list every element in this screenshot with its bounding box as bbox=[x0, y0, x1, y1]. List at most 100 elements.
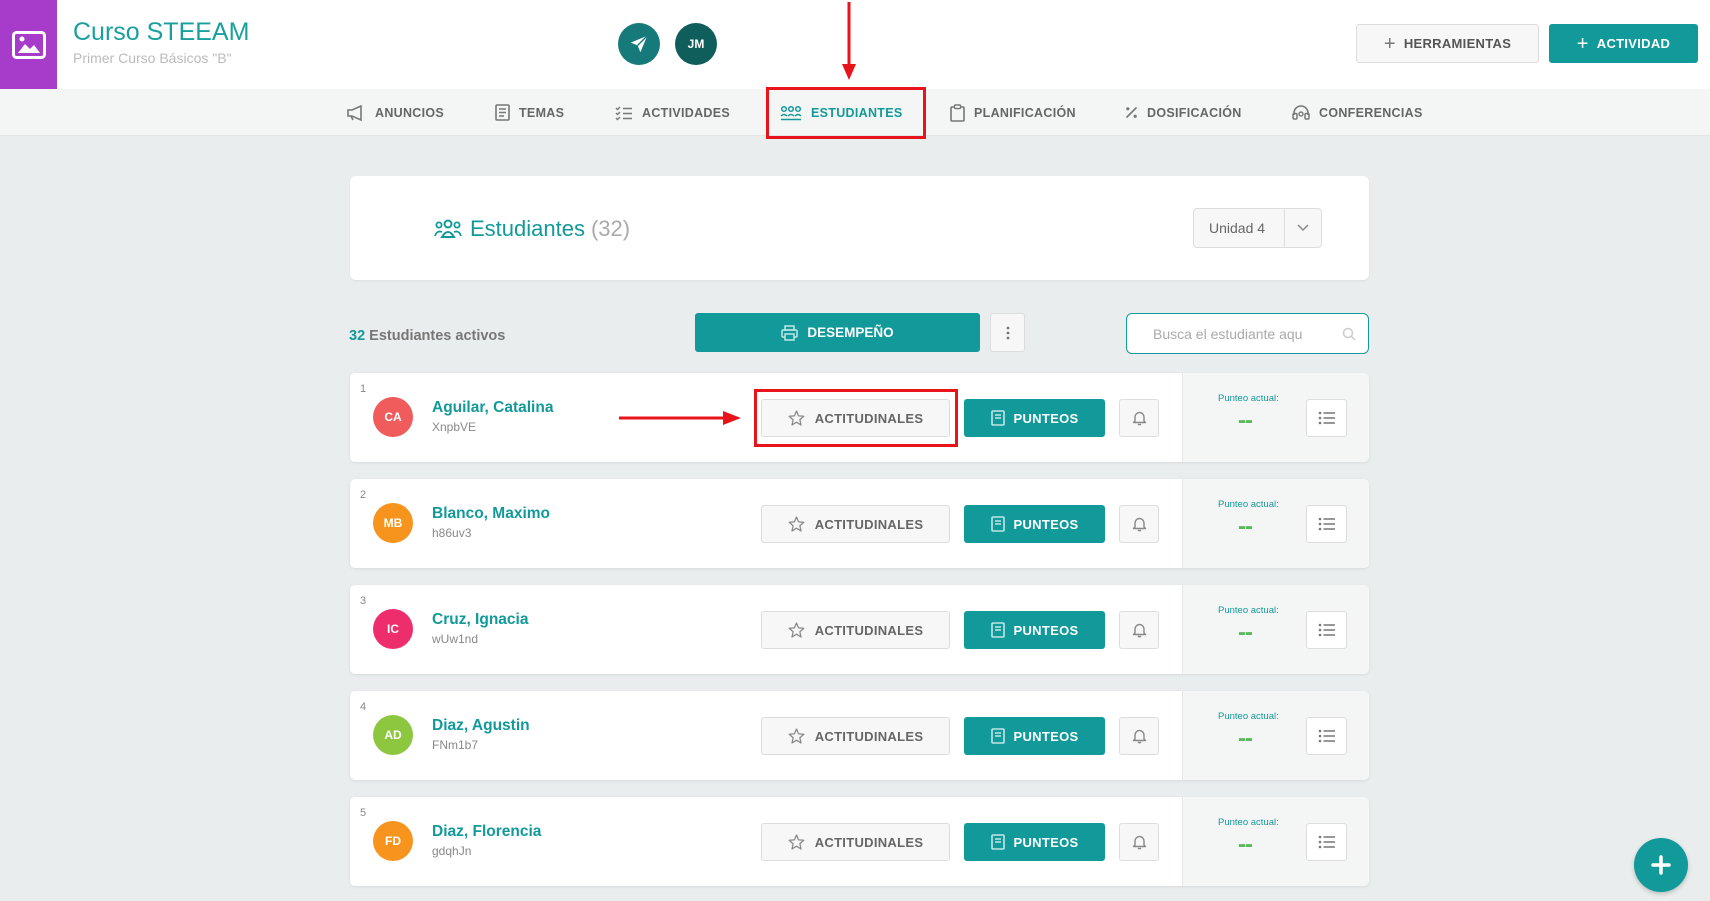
course-subtitle: Primer Curso Básicos "B" bbox=[73, 50, 232, 66]
avatar-initials: JM bbox=[687, 37, 705, 51]
avatar-initials: FD bbox=[385, 834, 401, 848]
avatar-initials: IC bbox=[387, 622, 399, 636]
details-list-button[interactable] bbox=[1306, 505, 1347, 543]
printer-icon bbox=[781, 324, 799, 341]
active-students-count: 32 Estudiantes activos bbox=[349, 328, 505, 344]
list-icon bbox=[1318, 729, 1335, 743]
details-list-button[interactable] bbox=[1306, 823, 1347, 861]
tab-label: ANUNCIOS bbox=[375, 105, 445, 120]
student-name[interactable]: Diaz, Florencia bbox=[432, 823, 541, 841]
student-row: 5 FD Diaz, Florencia gdqhJn ACTITUDINALE… bbox=[350, 797, 1369, 886]
user-avatar[interactable]: JM bbox=[675, 23, 717, 65]
tools-button[interactable]: + HERRAMIENTAS bbox=[1356, 24, 1539, 63]
document-icon bbox=[495, 104, 510, 121]
plus-icon bbox=[1651, 855, 1671, 875]
students-title: Estudiantes (32) bbox=[434, 216, 630, 242]
scores-button[interactable]: PUNTEOS bbox=[964, 717, 1105, 755]
performance-button[interactable]: DESEMPEÑO bbox=[695, 313, 980, 352]
attitudinal-button[interactable]: ACTITUDINALES bbox=[761, 611, 950, 649]
current-score-label: Punteo actual: bbox=[1218, 393, 1279, 404]
notify-button[interactable] bbox=[1119, 399, 1159, 437]
scores-label: PUNTEOS bbox=[1013, 410, 1079, 426]
current-score-label: Punteo actual: bbox=[1218, 817, 1279, 828]
details-list-button[interactable] bbox=[1306, 611, 1347, 649]
scores-button[interactable]: PUNTEOS bbox=[964, 611, 1105, 649]
tab-dosificacion[interactable]: DOSIFICACIÓN bbox=[1125, 89, 1242, 136]
book-icon bbox=[990, 834, 1005, 850]
row-number: 4 bbox=[360, 701, 367, 713]
book-icon bbox=[990, 516, 1005, 532]
scores-label: PUNTEOS bbox=[1013, 834, 1079, 850]
row-number: 1 bbox=[360, 383, 367, 395]
course-image[interactable] bbox=[0, 0, 57, 89]
scores-button[interactable]: PUNTEOS bbox=[964, 505, 1105, 543]
active-count-number: 32 bbox=[349, 328, 366, 344]
fab-add-button[interactable] bbox=[1634, 838, 1688, 892]
student-name[interactable]: Cruz, Ignacia bbox=[432, 611, 528, 629]
student-name[interactable]: Blanco, Maximo bbox=[432, 505, 550, 523]
plus-icon: + bbox=[1383, 32, 1396, 55]
send-button[interactable] bbox=[618, 23, 660, 65]
more-options-button[interactable] bbox=[990, 313, 1025, 352]
current-score-label: Punteo actual: bbox=[1218, 605, 1279, 616]
unit-select[interactable]: Unidad 4 bbox=[1193, 208, 1322, 248]
attitudinal-label: ACTITUDINALES bbox=[814, 516, 924, 532]
scores-button[interactable]: PUNTEOS bbox=[964, 399, 1105, 437]
notify-button[interactable] bbox=[1119, 823, 1159, 861]
current-score-panel: Punteo actual: -- bbox=[1182, 585, 1369, 674]
details-list-button[interactable] bbox=[1306, 717, 1347, 755]
scores-button[interactable]: PUNTEOS bbox=[964, 823, 1105, 861]
tab-actividades[interactable]: ACTIVIDADES bbox=[615, 89, 730, 136]
student-avatar: MB bbox=[373, 503, 413, 543]
star-icon bbox=[788, 728, 805, 744]
attitudinal-button[interactable]: ACTITUDINALES bbox=[761, 823, 950, 861]
student-search[interactable] bbox=[1126, 313, 1369, 354]
student-name[interactable]: Diaz, Agustin bbox=[432, 717, 530, 735]
highlight-box-attitudinal bbox=[754, 389, 958, 447]
student-avatar: CA bbox=[373, 397, 413, 437]
details-list-button[interactable] bbox=[1306, 399, 1347, 437]
tab-label: CONFERENCIAS bbox=[1319, 105, 1423, 120]
list-icon bbox=[1318, 517, 1335, 531]
student-code: h86uv3 bbox=[432, 526, 472, 540]
scores-label: PUNTEOS bbox=[1013, 728, 1079, 744]
notify-button[interactable] bbox=[1119, 717, 1159, 755]
active-count-label: Estudiantes activos bbox=[369, 328, 506, 344]
current-score-value: -- bbox=[1238, 831, 1253, 858]
course-title: Curso STEEAM bbox=[73, 18, 250, 46]
kebab-icon bbox=[1006, 326, 1009, 339]
tab-planificacion[interactable]: PLANIFICACIÓN bbox=[950, 89, 1076, 136]
avatar-initials: CA bbox=[384, 410, 402, 424]
tab-anuncios[interactable]: ANUNCIOS bbox=[346, 89, 444, 136]
student-row: 4 AD Diaz, Agustin FNm1b7 ACTITUDINALES … bbox=[350, 691, 1369, 780]
avatar-initials: AD bbox=[384, 728, 402, 742]
bell-icon bbox=[1132, 729, 1146, 744]
tab-label: DOSIFICACIÓN bbox=[1147, 105, 1242, 120]
attitudinal-label: ACTITUDINALES bbox=[814, 834, 924, 850]
current-score-panel: Punteo actual: -- bbox=[1182, 373, 1369, 462]
search-input[interactable] bbox=[1153, 325, 1342, 342]
megaphone-icon bbox=[347, 104, 362, 121]
bell-icon bbox=[1132, 623, 1146, 638]
add-activity-button[interactable]: + ACTIVIDAD bbox=[1549, 24, 1698, 63]
tab-temas[interactable]: TEMAS bbox=[495, 89, 564, 136]
notify-button[interactable] bbox=[1119, 505, 1159, 543]
student-name[interactable]: Aguilar, Catalina bbox=[432, 399, 553, 417]
student-row: 3 IC Cruz, Ignacia wUw1nd ACTITUDINALES … bbox=[350, 585, 1369, 674]
tab-conferencias[interactable]: CONFERENCIAS bbox=[1292, 89, 1423, 136]
student-row: 2 MB Blanco, Maximo h86uv3 ACTITUDINALES… bbox=[350, 479, 1369, 568]
current-score-label: Punteo actual: bbox=[1218, 499, 1279, 510]
activity-label: ACTIVIDAD bbox=[1596, 36, 1671, 51]
image-icon bbox=[11, 30, 46, 59]
star-icon bbox=[788, 622, 805, 638]
current-score-value: -- bbox=[1238, 725, 1253, 752]
attitudinal-button[interactable]: ACTITUDINALES bbox=[761, 505, 950, 543]
row-number: 5 bbox=[360, 807, 367, 819]
scores-label: PUNTEOS bbox=[1013, 622, 1079, 638]
student-avatar: AD bbox=[373, 715, 413, 755]
notify-button[interactable] bbox=[1119, 611, 1159, 649]
student-code: XnpbVE bbox=[432, 420, 477, 434]
list-icon bbox=[1318, 411, 1335, 425]
attitudinal-button[interactable]: ACTITUDINALES bbox=[761, 717, 950, 755]
tab-label: TEMAS bbox=[519, 105, 565, 120]
